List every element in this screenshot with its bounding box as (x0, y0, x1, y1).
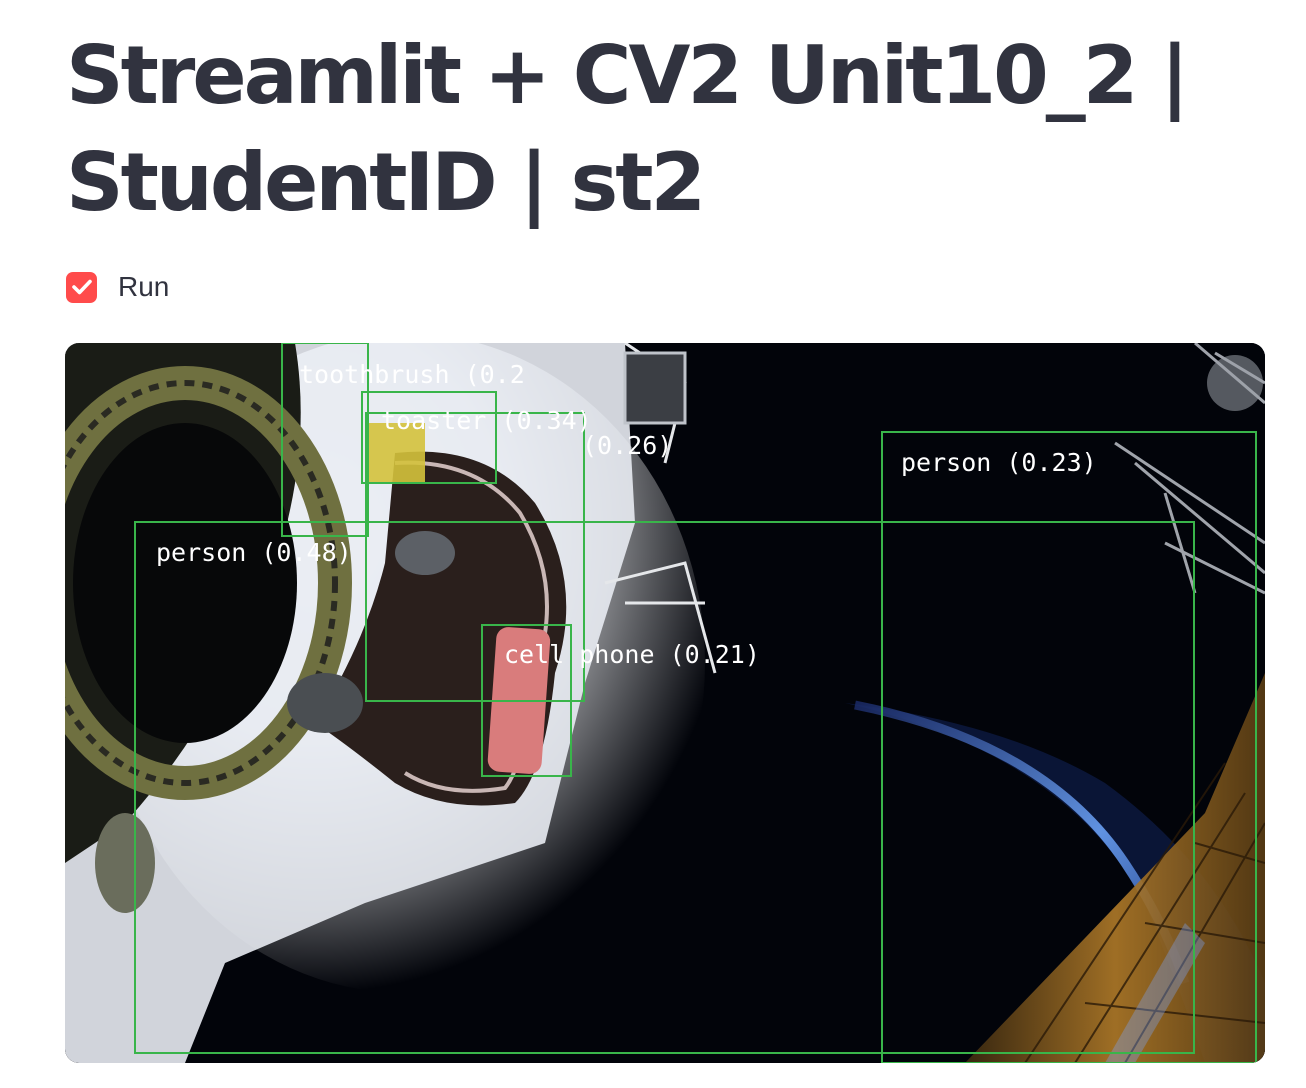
detection-label-unknown: (0.26) (582, 431, 672, 460)
run-checkbox-row[interactable]: Run (66, 270, 169, 304)
detection-label-toaster: toaster (0.34) (381, 406, 592, 435)
video-frame: toothbrush (0.2 toaster (0.34) (0.26) pe… (65, 343, 1265, 1063)
debris (1207, 355, 1263, 411)
detection-label-cell-phone: cell phone (0.21) (504, 640, 760, 669)
run-checkbox-label: Run (118, 271, 170, 302)
page-title: Streamlit + CV2 Unit10_2 | StudentID | s… (66, 29, 1190, 229)
run-checkbox[interactable] (66, 271, 97, 303)
detection-label-toothbrush: toothbrush (0.2 (299, 360, 525, 389)
detection-label-person-2: person (0.23) (901, 448, 1097, 477)
detection-label-person-1: person (0.48) (156, 538, 352, 567)
video-frame-canvas: toothbrush (0.2 toaster (0.34) (0.26) pe… (65, 343, 1265, 1063)
checkmark-icon (71, 279, 92, 295)
